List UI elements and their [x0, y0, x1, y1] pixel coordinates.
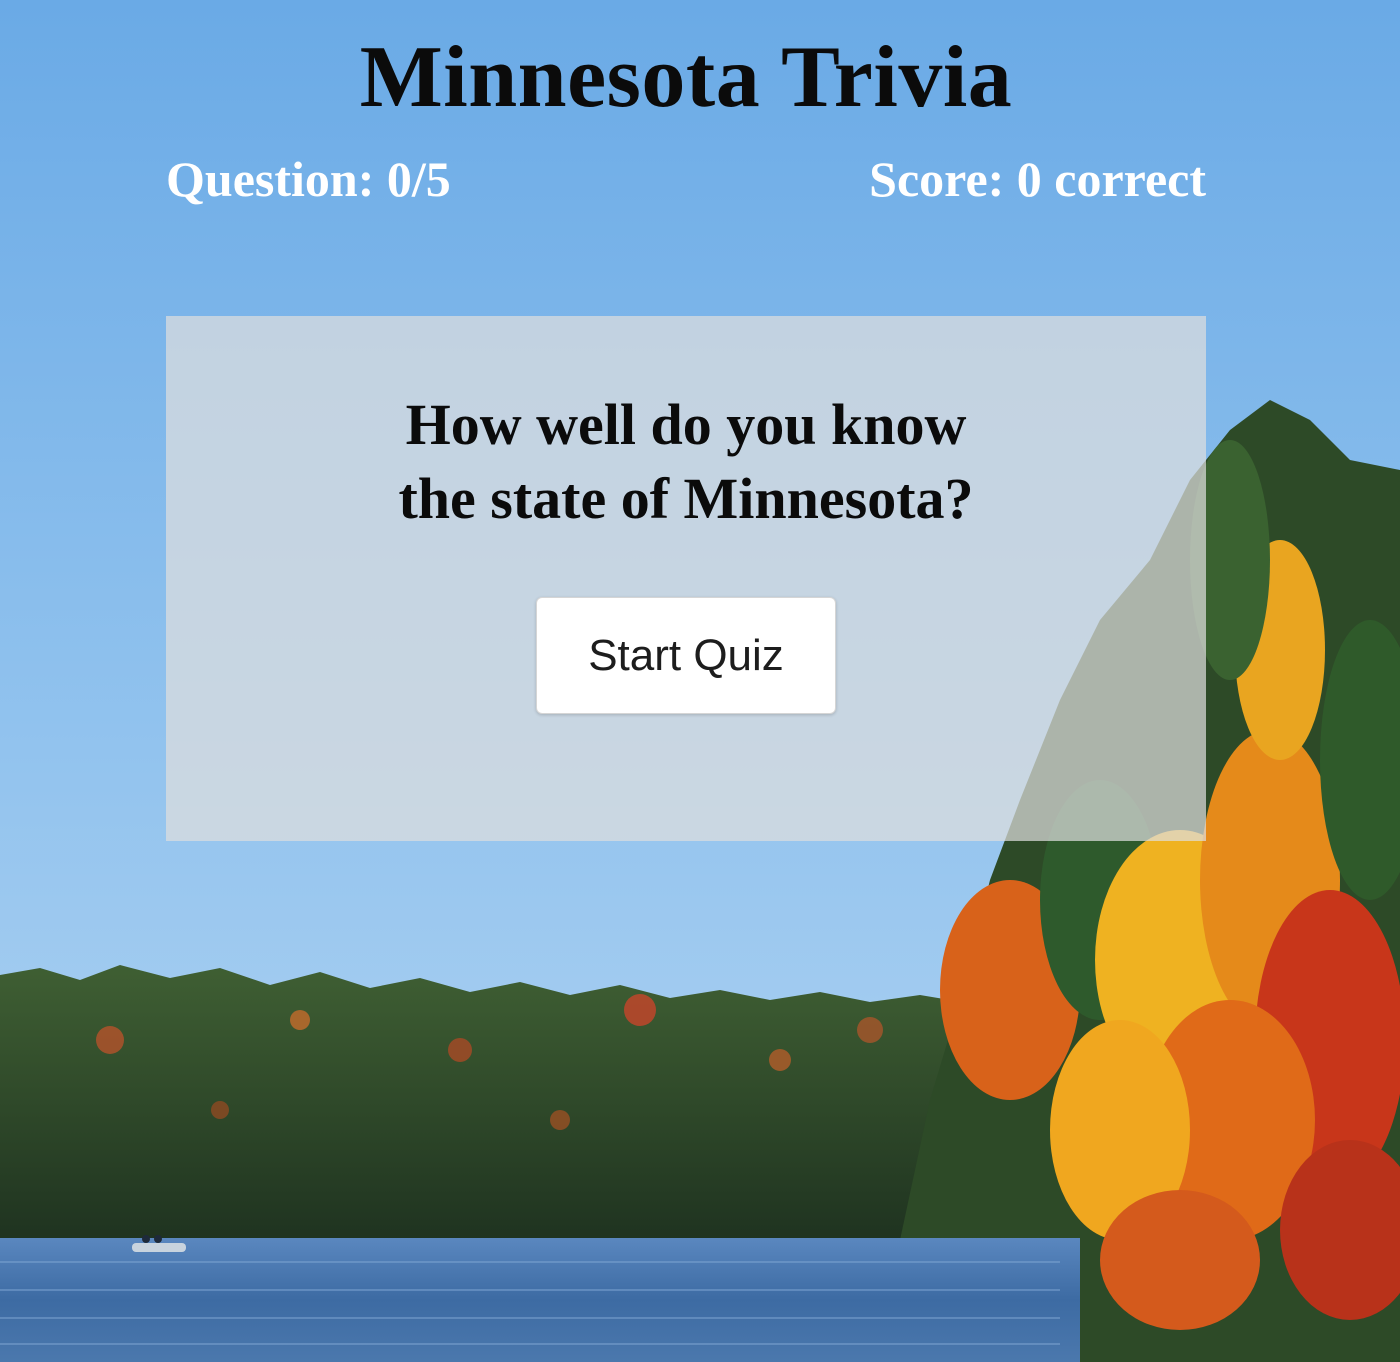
- question-counter: Question: 0/5: [166, 151, 451, 207]
- page-title: Minnesota Trivia: [359, 29, 1013, 126]
- intro-line-1: How well do you know: [405, 392, 967, 457]
- quiz-panel: How well do you know the state of Minnes…: [166, 316, 1206, 841]
- status-bar: Question: 0/5 Score: 0 correct: [166, 150, 1206, 220]
- intro-line-2: the state of Minnesota?: [398, 466, 974, 531]
- score-counter: Score: 0 correct: [869, 151, 1206, 207]
- intro-heading: How well do you know the state of Minnes…: [166, 388, 1206, 536]
- start-quiz-button[interactable]: Start Quiz: [536, 597, 836, 714]
